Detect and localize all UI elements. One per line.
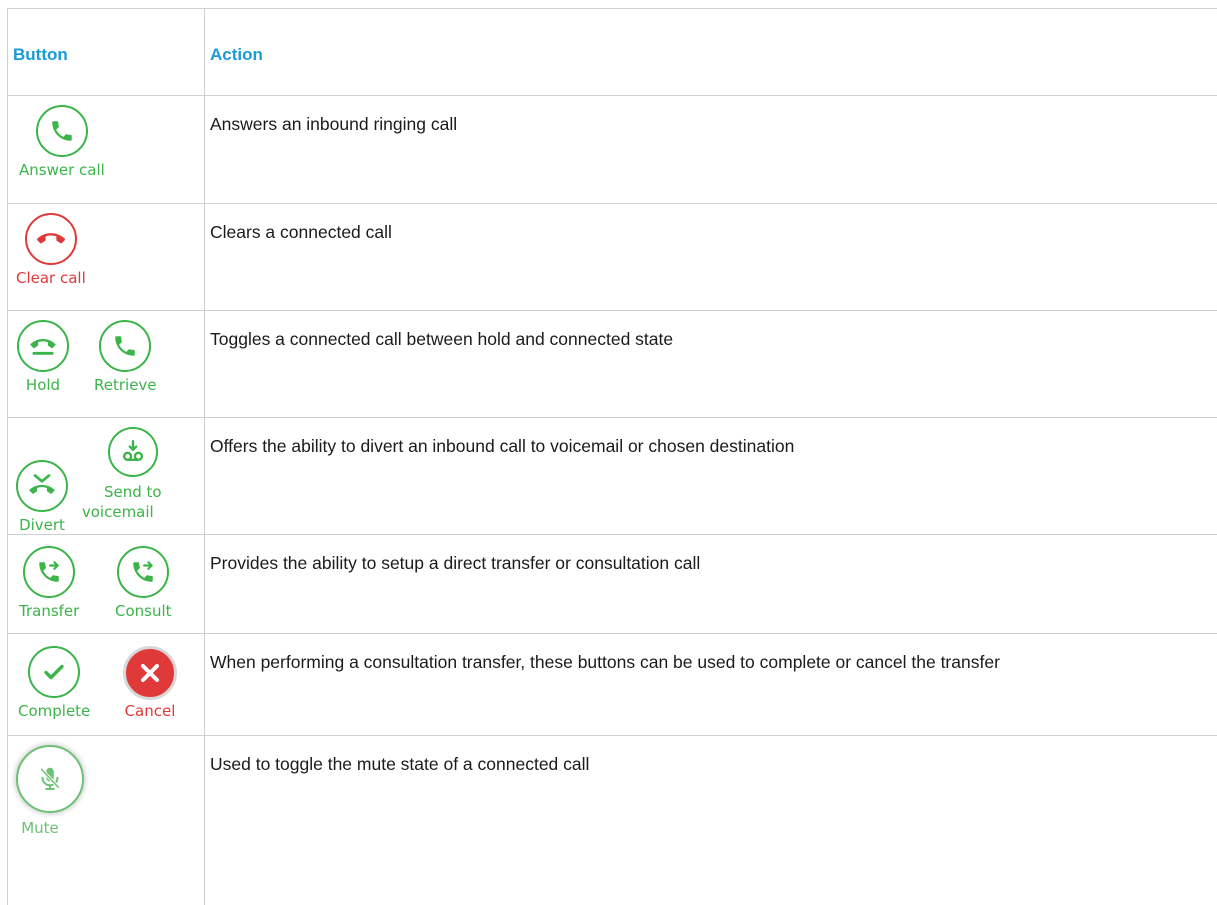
row-description: Offers the ability to divert an inbound … [210, 436, 795, 456]
header-action-cell: Action [205, 9, 1217, 95]
hold-icon [17, 320, 69, 372]
action-cell: Answers an inbound ringing call [205, 96, 1217, 203]
button-cell: Transfer Consult [8, 535, 205, 633]
button-cell: Complete Cancel [8, 634, 205, 735]
button-cell: Answer call [8, 96, 205, 203]
transfer-icon [23, 546, 76, 598]
row-description: Answers an inbound ringing call [210, 114, 458, 134]
send-to-voicemail-button[interactable]: Send to voicemail [82, 427, 162, 521]
table-row: Mute Used to toggle the mute state of a … [7, 735, 1217, 905]
cancel-button[interactable]: Cancel [123, 646, 177, 720]
header-button-cell: Button [8, 9, 205, 95]
complete-label: Complete [18, 702, 91, 720]
button-cell: Clear call [8, 204, 205, 310]
clear-call-button[interactable]: Clear call [16, 213, 86, 287]
voicemail-icon [107, 427, 158, 477]
header-action: Action [210, 45, 263, 64]
voicemail-label: voicemail [81, 503, 154, 521]
table-row: Answer call Answers an inbound ringing c… [7, 95, 1217, 203]
hang-up-icon [24, 213, 77, 265]
complete-button[interactable]: Complete [18, 646, 90, 720]
mute-icon [16, 745, 84, 813]
consult-label: Consult [115, 602, 172, 620]
phone-icon [35, 105, 88, 157]
action-cell: Clears a connected call [205, 204, 1217, 310]
row-description: Toggles a connected call between hold an… [210, 329, 674, 349]
table-row: Complete Cancel When performing a consul… [7, 633, 1217, 735]
consult-icon [117, 546, 170, 598]
clear-call-label: Clear call [16, 269, 86, 287]
transfer-label: Transfer [19, 602, 80, 620]
table-row: Transfer Consult Provides the ability to… [7, 534, 1217, 633]
hold-button[interactable]: Hold [17, 320, 69, 394]
button-cell: Hold Retrieve [8, 311, 205, 417]
divert-label: Divert [19, 516, 65, 534]
divert-icon [16, 460, 68, 512]
mute-button[interactable]: Mute [16, 745, 84, 837]
mute-label: Mute [21, 819, 59, 837]
divert-button[interactable]: Divert [16, 460, 68, 534]
row-description: Clears a connected call [210, 222, 392, 242]
answer-call-label: Answer call [19, 161, 105, 179]
answer-call-button[interactable]: Answer call [19, 105, 105, 179]
action-cell: When performing a consultation transfer,… [205, 634, 1217, 735]
action-cell: Offers the ability to divert an inbound … [205, 418, 1217, 534]
button-action-table: Button Action Answer call Answers an inb… [7, 8, 1217, 905]
action-cell: Used to toggle the mute state of a conne… [205, 736, 1217, 905]
action-cell: Toggles a connected call between hold an… [205, 311, 1217, 417]
retrieve-button[interactable]: Retrieve [94, 320, 157, 394]
row-description: Provides the ability to setup a direct t… [210, 553, 701, 573]
consult-button[interactable]: Consult [115, 546, 172, 620]
row-description: When performing a consultation transfer,… [210, 652, 1000, 672]
table-header-row: Button Action [7, 8, 1217, 95]
table-row: Clear call Clears a connected call [7, 203, 1217, 310]
cancel-x-icon [123, 646, 177, 700]
button-cell: Mute [8, 736, 205, 905]
phone-icon [99, 320, 152, 372]
button-cell: Divert Send to voicemail [8, 418, 205, 534]
transfer-button[interactable]: Transfer [19, 546, 79, 620]
retrieve-label: Retrieve [94, 376, 157, 394]
action-cell: Provides the ability to setup a direct t… [205, 535, 1217, 633]
hold-label: Hold [25, 376, 61, 394]
check-icon [28, 646, 81, 698]
send-to-label: Send to [104, 483, 162, 501]
table-row: Hold Retrieve Toggles a connected call b… [7, 310, 1217, 417]
table-row: Divert Send to voicemail Offers the abil… [7, 417, 1217, 534]
cancel-label: Cancel [124, 702, 176, 720]
header-button: Button [13, 45, 68, 64]
row-description: Used to toggle the mute state of a conne… [210, 754, 590, 774]
